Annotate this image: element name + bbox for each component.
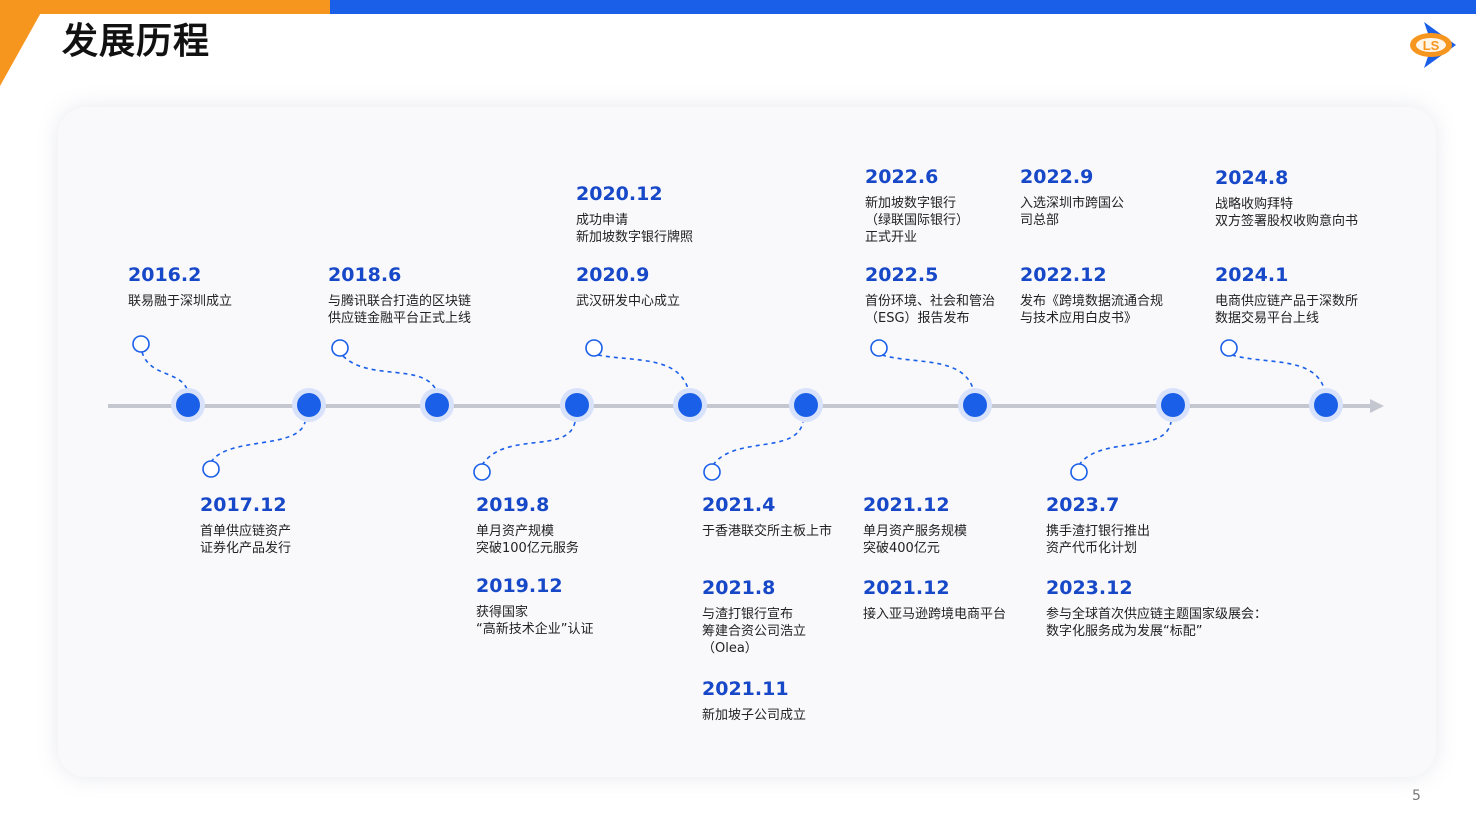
event-2023-12: 2023.12 参与全球首次供应链主题国家级展会： 数字化服务成为发展“标配” (1046, 576, 1267, 640)
milestone-dot (1156, 388, 1190, 422)
connector-2019-8 (481, 421, 576, 466)
event-desc: 新加坡数字银行 （绿联国际银行） 正式开业 (865, 196, 970, 245)
event-desc: 电商供应链产品于深数所 数据交易平台上线 (1215, 294, 1359, 326)
event-date: 2020.12 (576, 183, 663, 205)
marker-ring-2021-4 (703, 463, 721, 481)
event-2022-12: 2022.12 发布《跨境数据流通合规 与技术应用白皮书》 (1020, 263, 1163, 327)
event-date: 2023.7 (1046, 494, 1120, 516)
marker-ring-2024-1 (1220, 339, 1238, 357)
event-date: 2023.12 (1046, 577, 1133, 599)
event-date: 2017.12 (200, 494, 287, 516)
marker-ring-2023-7 (1070, 463, 1088, 481)
event-date: 2021.11 (702, 678, 789, 700)
marker-ring-2020-9 (585, 339, 603, 357)
marker-ring-2016-2 (132, 335, 150, 353)
event-date: 2022.5 (865, 264, 939, 286)
event-2018-6: 2018.6 与腾讯联合打造的区块链 供应链金融平台正式上线 (328, 263, 471, 327)
event-date: 2021.12 (863, 577, 950, 599)
event-desc: 入选深圳市跨国公 司总部 (1020, 196, 1125, 228)
event-desc: 武汉研发中心成立 (576, 294, 681, 309)
event-date: 2022.6 (865, 166, 939, 188)
milestone-dot (420, 388, 454, 422)
milestone-dot (171, 388, 205, 422)
marker-ring-2018-6 (331, 339, 349, 357)
milestone-dot (673, 388, 707, 422)
event-date: 2022.9 (1020, 166, 1094, 188)
milestone-dot (560, 388, 594, 422)
event-date: 2016.2 (128, 264, 202, 286)
event-2022-9: 2022.9 入选深圳市跨国公 司总部 (1020, 165, 1124, 229)
event-date: 2021.4 (702, 494, 776, 516)
milestone-dot (958, 388, 992, 422)
event-desc: 于香港联交所主板上市 (702, 524, 833, 539)
event-2019-12: 2019.12 获得国家 “高新技术企业”认证 (476, 574, 593, 638)
page-number: 5 (1412, 788, 1421, 804)
event-2020-9: 2020.9 武汉研发中心成立 (576, 263, 680, 310)
event-desc: 首单供应链资产 证券化产品发行 (200, 524, 292, 556)
event-desc: 与渣打银行宣布 筹建合资公司浩立 （Olea） (702, 607, 807, 656)
event-2016-2: 2016.2 联易融于深圳成立 (128, 263, 232, 310)
event-2023-7: 2023.7 携手渣打银行推出 资产代币化计划 (1046, 493, 1150, 557)
event-desc: 发布《跨境数据流通合规 与技术应用白皮书》 (1020, 294, 1164, 326)
event-date: 2024.8 (1215, 167, 1289, 189)
event-date: 2024.1 (1215, 264, 1289, 286)
event-desc: 参与全球首次供应链主题国家级展会： 数字化服务成为发展“标配” (1046, 607, 1268, 639)
event-date: 2018.6 (328, 264, 402, 286)
event-desc: 单月资产规模 突破100亿元服务 (476, 524, 579, 556)
event-desc: 联易融于深圳成立 (128, 294, 233, 309)
event-2021-11: 2021.11 新加坡子公司成立 (702, 677, 806, 724)
connector-2022-5 (881, 354, 975, 393)
event-desc: 战略收购拜特 双方签署股权收购意向书 (1215, 197, 1359, 229)
event-2022-6: 2022.6 新加坡数字银行 （绿联国际银行） 正式开业 (865, 165, 969, 246)
milestone-dot (1309, 388, 1343, 422)
event-desc: 获得国家 “高新技术企业”认证 (476, 605, 594, 637)
event-2024-8: 2024.8 战略收购拜特 双方签署股权收购意向书 (1215, 166, 1358, 230)
event-2021-12-a: 2021.12 单月资产服务规模 突破400亿元 (863, 493, 967, 557)
event-2022-5: 2022.5 首份环境、社会和管治 （ESG）报告发布 (865, 263, 995, 327)
event-date: 2019.12 (476, 575, 563, 597)
milestone-dot (789, 388, 823, 422)
connector-2017-12 (210, 421, 306, 463)
connector-2018-6 (342, 355, 438, 393)
event-desc: 携手渣打银行推出 资产代币化计划 (1046, 524, 1151, 556)
connector-2023-7 (1078, 421, 1172, 466)
event-date: 2021.12 (863, 494, 950, 516)
marker-ring-2017-12 (202, 460, 220, 478)
event-date: 2020.9 (576, 264, 650, 286)
connector-2016-2 (141, 351, 189, 393)
event-date: 2019.8 (476, 494, 550, 516)
event-2019-8: 2019.8 单月资产规模 突破100亿元服务 (476, 493, 579, 557)
connector-2021-4 (712, 421, 804, 466)
timeline-arrow-icon (1370, 399, 1384, 413)
event-2021-12-b: 2021.12 接入亚马逊跨境电商平台 (863, 576, 1006, 623)
connector-2024-1 (1231, 354, 1326, 393)
event-2021-4: 2021.4 于香港联交所主板上市 (702, 493, 832, 540)
event-desc: 新加坡子公司成立 (702, 708, 807, 723)
event-desc: 与腾讯联合打造的区块链 供应链金融平台正式上线 (328, 294, 472, 326)
event-date: 2022.12 (1020, 264, 1107, 286)
event-2017-12: 2017.12 首单供应链资产 证券化产品发行 (200, 493, 291, 557)
event-2021-8: 2021.8 与渣打银行宣布 筹建合资公司浩立 （Olea） (702, 576, 806, 657)
event-desc: 首份环境、社会和管治 （ESG）报告发布 (865, 294, 996, 326)
marker-ring-2019-8 (473, 463, 491, 481)
event-desc: 接入亚马逊跨境电商平台 (863, 607, 1007, 622)
event-desc: 单月资产服务规模 突破400亿元 (863, 524, 968, 556)
event-2024-1: 2024.1 电商供应链产品于深数所 数据交易平台上线 (1215, 263, 1358, 327)
event-date: 2021.8 (702, 577, 776, 599)
milestone-dot (292, 388, 326, 422)
event-2020-12: 2020.12 成功申请 新加坡数字银行牌照 (576, 182, 693, 246)
marker-ring-2022-5 (870, 339, 888, 357)
event-desc: 成功申请 新加坡数字银行牌照 (576, 213, 694, 245)
connector-2020-9 (597, 354, 690, 393)
